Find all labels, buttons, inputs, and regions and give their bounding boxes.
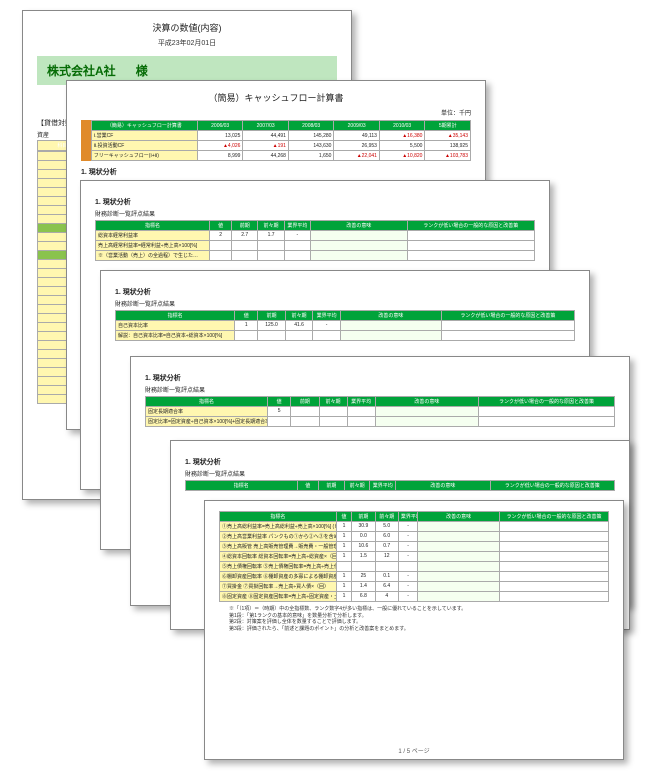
sec-title: 1. 現状分析 xyxy=(145,373,615,383)
analysis-table-3: 指標名 値 前期 前々期 業界平均 改善の意味 ランクが低い場合の一般的な原因と… xyxy=(115,310,575,341)
cf-title: （簡易）キャッシュフロー計算書 xyxy=(81,91,471,104)
cf-row: フリーキャッシュフロー(Ⅰ+Ⅱ) 8,999 44,268 1,650 ▲22,… xyxy=(91,151,470,161)
analysis-table-front: 指標名 値 前期 前々期 業界平均 改善の意味 ランクが低い場合の一般的な原因と… xyxy=(219,511,609,602)
sec-title: 1. 現状分析 xyxy=(95,197,535,207)
analysis-table-2: 指標名 値 前期 前々期 業界平均 改善の意味 ランクが低い場合の一般的な原因と… xyxy=(95,220,535,261)
cf-row: Ⅰ.営業CF 13,025 44,491 145,280 49,113 ▲16,… xyxy=(91,131,470,141)
page-analysis-front: 指標名 値 前期 前々期 業界平均 改善の意味 ランクが低い場合の一般的な原因と… xyxy=(204,500,624,760)
analysis-row: 総資本経常利益率 22.71.7- xyxy=(96,231,535,241)
cf-orange-band xyxy=(81,120,91,161)
analysis-row: ③売上高販管 売上高販売管理費→販売費・一般管理費→売上高×100[%] 1 1… xyxy=(220,542,609,552)
analysis-table-4: 指標名 値 前期 前々期 業界平均 改善の意味 ランクが低い場合の一般的な原因と… xyxy=(145,396,615,427)
sec-sub: 財務診断一覧評点結果 xyxy=(145,385,615,394)
analysis-row: ⑤売上債権回転率 ⑤売上債権回転率=売上高÷売上債×（回） xyxy=(220,562,609,572)
page-number: 1 / 5 ページ xyxy=(205,746,623,755)
footnotes: ※「（1項）＝（時期）中の全指標数、ランク数字4が多い指標は、一般に優れているこ… xyxy=(219,606,609,632)
analysis-row: ①売上高総利益率=売上高総利益÷売上高×100[%] (ヒント)ここで②と③を合… xyxy=(220,522,609,532)
sec-sub: 財務診断一覧評点結果 xyxy=(185,469,615,478)
doc-date: 平成23年02月01日 xyxy=(37,38,337,48)
company-suffix: 様 xyxy=(136,64,148,78)
sec-sub: 財務診断一覧評点結果 xyxy=(115,299,575,308)
analysis-row: ※（営業活動（売上）の全過程）で生じた… xyxy=(96,251,535,261)
analysis-row: 固定比率=固定資産÷自己資本×100[%]+固定長期適合率 xyxy=(146,417,615,427)
analysis-row: 売上高経常利益率=経常利益÷売上高×100[%] xyxy=(96,241,535,251)
analysis-row: ④総資本回転率 総資本回転率=売上高÷総資産×（回）総資産=当期＋前期÷2 1 … xyxy=(220,552,609,562)
cf-table: （簡易）キャッシュフロー計算書 2006/03 2007/03 2008/03 … xyxy=(91,120,471,161)
analysis-row: ⑧固定資産 ⑧固定資産回転率=売上高÷固定資産・土地等×（回） 1 6.8 4 … xyxy=(220,592,609,602)
analysis-row: ②売上高営業利益率 パンクもの①から②へ③を含め・原材料費→給料・賃金、外注 1… xyxy=(220,532,609,542)
analysis-row: 自己資本比率 1125.041.6- xyxy=(116,321,575,331)
sec-title: 1. 現状分析 xyxy=(115,287,575,297)
analysis-table-5-head: 指標名 値 前期 前々期 業界平均 改善の意味 ランクが低い場合の一般的な原因と… xyxy=(185,480,615,491)
analysis-row: 解説：自己資本比率=自己資本÷総資本×100[%] xyxy=(116,331,575,341)
analysis-row: ⑦買掛金 ⑦買掛回転率→売上高÷買人債×（回） 1 1.4 6.4 - xyxy=(220,582,609,592)
analysis-row: 固定長期適合率 5 xyxy=(146,407,615,417)
analysis-row: ⑥棚卸資産回転率 ⑥棚卸資産の多寡による棚卸資産回転率 1 25 0.1 - xyxy=(220,572,609,582)
company-name: 株式会社A社 xyxy=(47,64,116,78)
cf-unit: 単位：千円 xyxy=(81,108,471,117)
sec-title: 1. 現状分析 xyxy=(185,457,615,467)
cf-row: Ⅱ.投資活動CF ▲4,026 ▲191 143,630 26,953 5,50… xyxy=(91,141,470,151)
sec1-title: 1. 現状分析 xyxy=(81,167,471,177)
sec-sub: 財務診断一覧評点結果 xyxy=(95,209,535,218)
doc-title: 決算の数値(内容) xyxy=(37,21,337,34)
